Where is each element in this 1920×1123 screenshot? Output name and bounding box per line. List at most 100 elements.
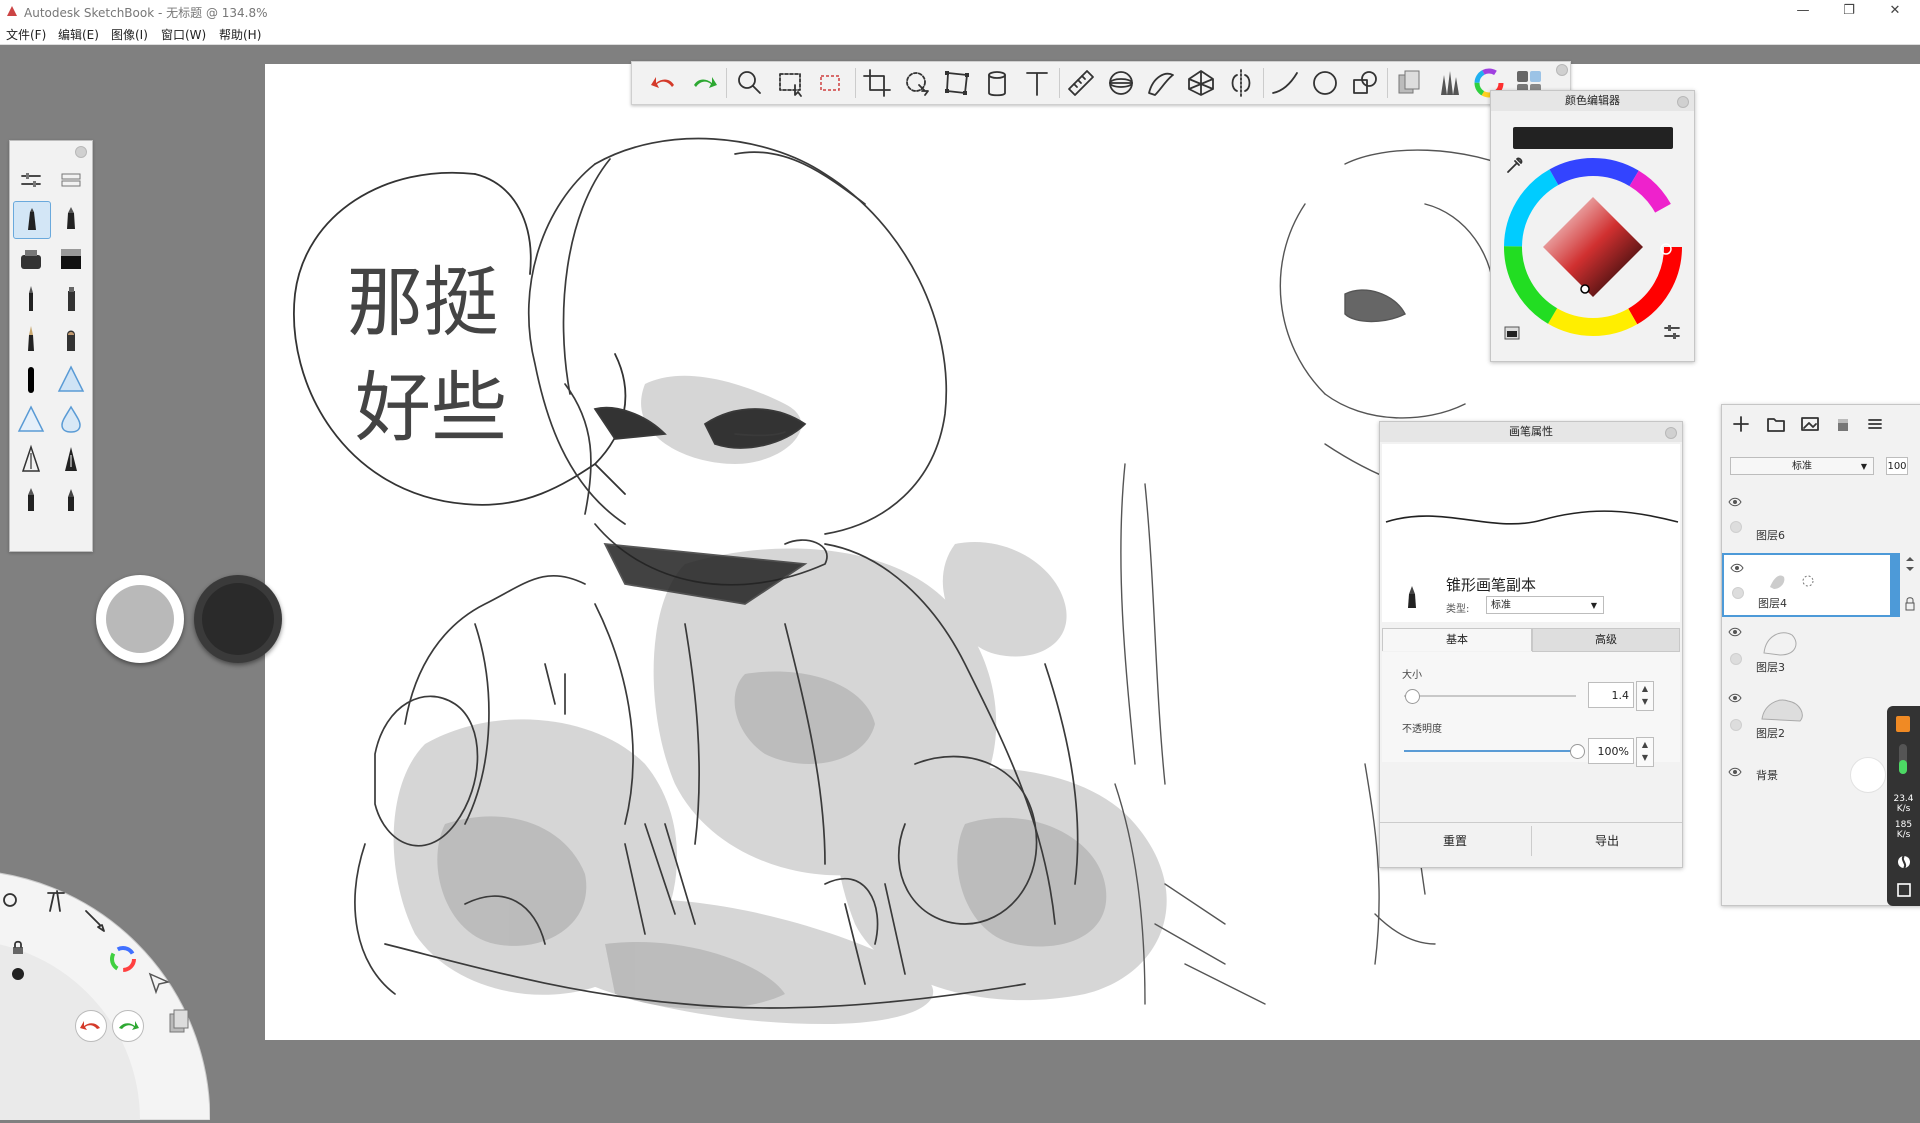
layer-menu-icon[interactable] [1866,415,1884,433]
stroke-icon[interactable] [1269,67,1301,99]
zoom-icon[interactable] [733,67,765,99]
brush-slot-drop[interactable] [53,401,89,437]
menu-window[interactable]: 窗口(W) [161,26,206,43]
text-icon[interactable] [1021,67,1053,99]
brush-slot-eraser[interactable] [53,241,89,277]
toolbar-close-button[interactable] [1556,64,1568,76]
crop-icon[interactable] [861,67,893,99]
layer-row-3[interactable]: 图层3 [1722,619,1900,683]
layer-row-4-selected[interactable]: 图层4 [1722,553,1900,617]
restore-button[interactable]: ❐ [1826,0,1872,24]
cursor-icon[interactable] [146,970,172,996]
brush-type-dropdown[interactable]: 标准 ▼ [1486,596,1604,614]
color-dot[interactable] [12,968,24,980]
transform-select-icon[interactable] [815,67,847,99]
brush-slot-pen-3[interactable] [53,481,89,517]
menu-file[interactable]: 文件(F) [6,26,46,43]
opacity-value-field[interactable]: 100% [1588,738,1634,764]
layer-row-6[interactable]: 图层6 [1722,487,1900,551]
image-layer-icon[interactable] [1800,415,1820,433]
size-spinner[interactable]: ▲ ▼ [1636,681,1654,711]
size-slider-knob[interactable] [1404,689,1420,704]
eye-icon[interactable] [1728,497,1742,507]
brush-palette-close-button[interactable] [75,146,87,158]
minimize-button[interactable]: — [1780,0,1826,24]
brush-slot-brush-tan[interactable] [13,321,49,357]
tools-icon[interactable] [42,885,72,915]
color-wheel[interactable] [1503,157,1683,337]
color-settings-icon[interactable] [1663,323,1681,341]
ruler-icon[interactable] [1065,67,1097,99]
shield-icon[interactable] [1896,716,1910,732]
brush-settings-icon[interactable] [20,171,42,189]
ellipse-guide-icon[interactable] [1105,67,1137,99]
lagoon-color-wheel-icon[interactable] [108,944,138,974]
circle-icon[interactable] [1309,67,1341,99]
swirl-icon[interactable] [1896,854,1912,870]
redo-icon[interactable] [688,67,720,99]
brush-slot-ballpoint[interactable] [13,281,49,317]
opacity-slider-knob[interactable] [1570,744,1585,759]
lagoon-redo-button[interactable] [112,1010,144,1042]
french-curve-icon[interactable] [1145,67,1177,99]
brush-slot-airbrush[interactable] [13,241,49,277]
size-slider-track[interactable] [1404,695,1576,697]
brush-slot-marker[interactable] [53,281,89,317]
brush-slot-nib[interactable] [13,441,49,477]
close-button[interactable]: ✕ [1872,0,1918,24]
symmetry-icon[interactable] [1225,67,1257,99]
brush-slot-pen[interactable] [53,201,89,237]
screenshot-icon[interactable] [1896,882,1912,898]
brush-slot-pencil-selected[interactable] [13,201,51,239]
export-button[interactable]: 导出 [1532,826,1682,856]
add-layer-icon[interactable] [1732,415,1750,433]
opacity-puck[interactable] [194,575,282,663]
layer-select-dot[interactable] [1730,521,1742,533]
settings-gear-icon[interactable] [0,890,20,910]
undo-icon[interactable] [648,67,680,99]
layer-move-icon[interactable] [1902,555,1918,573]
eye-icon[interactable] [1728,767,1742,777]
brush-properties-close-button[interactable] [1665,427,1677,439]
brush-slot-pen-2[interactable] [13,481,49,517]
lagoon-undo-button[interactable] [75,1010,107,1042]
brush-list-icon[interactable] [60,171,82,189]
eye-icon[interactable] [1728,693,1742,703]
background-color-swatch[interactable] [1850,757,1886,793]
color-editor-close-button[interactable] [1677,96,1689,108]
perspective-icon[interactable] [1185,67,1217,99]
layer-select-dot[interactable] [1730,653,1742,665]
shapes-icon[interactable] [1349,67,1381,99]
brush-slot-paint[interactable] [53,321,89,357]
eye-icon[interactable] [1730,563,1744,573]
layer-select-dot[interactable] [1730,719,1742,731]
brush-slot-black-stick[interactable] [13,361,49,397]
menu-edit[interactable]: 编辑(E) [58,26,99,43]
clear-layer-icon[interactable] [1834,415,1852,433]
fill-icon[interactable] [981,67,1013,99]
tab-advanced[interactable]: 高级 [1532,628,1680,652]
distort-icon[interactable] [941,67,973,99]
layer-opacity-field[interactable]: 100 [1886,457,1908,475]
copic-library-icon[interactable] [1393,67,1425,99]
menu-image[interactable]: 图像(I) [111,26,148,43]
brush-slot-blue-triangle-2[interactable] [13,401,49,437]
brush-icon[interactable] [80,905,110,935]
brush-slot-fountain[interactable] [53,441,89,477]
opacity-spinner[interactable]: ▲ ▼ [1636,737,1654,767]
current-color-swatch[interactable] [1513,127,1673,149]
brush-slot-blue-triangle[interactable] [53,361,89,397]
brush-library-icon[interactable] [1433,67,1465,99]
color-swatch-toggle-icon[interactable] [1503,323,1521,341]
lock-icon[interactable] [10,940,26,956]
select-icon[interactable] [775,67,807,99]
lasso-icon[interactable] [901,67,933,99]
reset-button[interactable]: 重置 [1380,826,1530,856]
blend-mode-dropdown[interactable]: 标准 ▼ [1730,457,1874,475]
size-value-field[interactable]: 1.4 [1588,682,1634,708]
size-puck[interactable] [96,575,184,663]
layer-select-dot[interactable] [1732,587,1744,599]
eye-icon[interactable] [1728,627,1742,637]
menu-help[interactable]: 帮助(H) [219,26,261,43]
layers-stack-icon[interactable] [166,1008,192,1036]
